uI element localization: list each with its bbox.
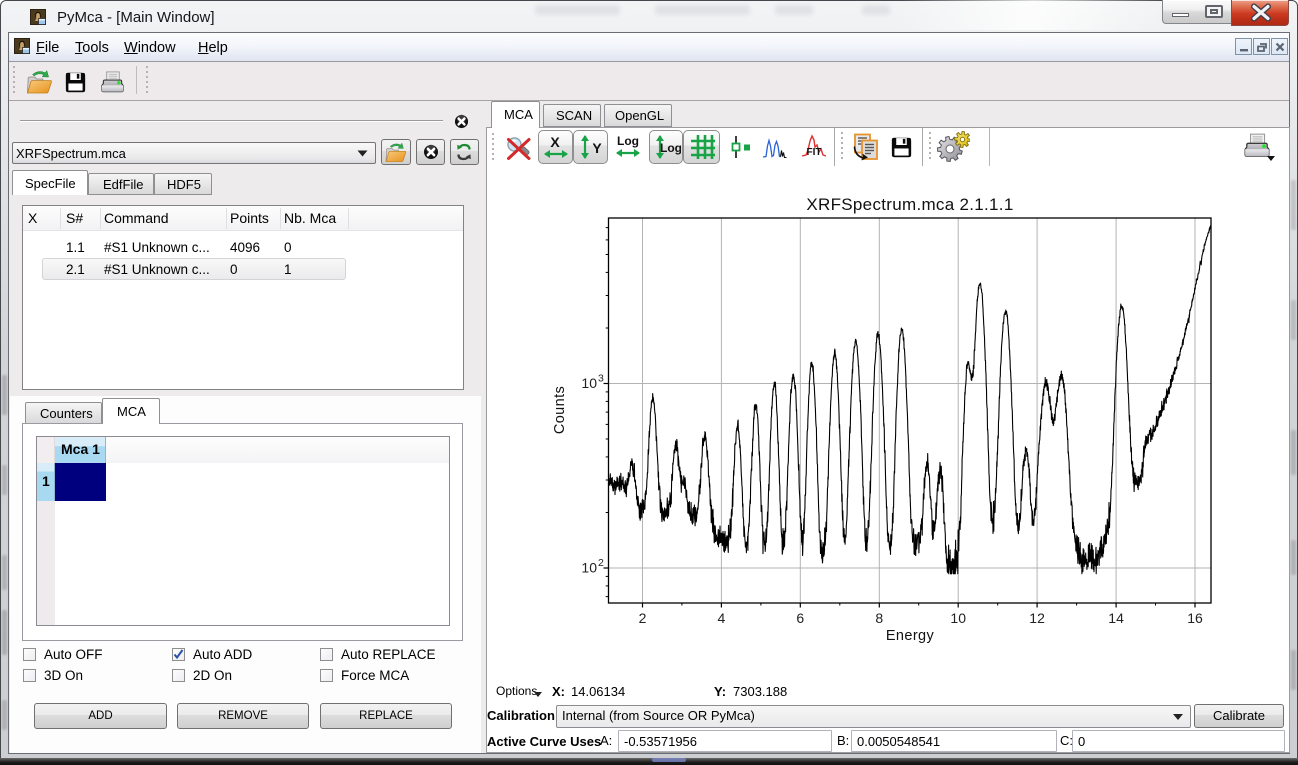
svg-text:Counts: Counts [552, 386, 568, 434]
svg-text:6: 6 [796, 610, 804, 626]
svg-text:Energy: Energy [886, 628, 935, 644]
svg-text:4: 4 [718, 610, 726, 626]
svg-text:12: 12 [1029, 610, 1045, 626]
svg-text:2: 2 [639, 610, 647, 626]
svg-text:10: 10 [581, 560, 597, 576]
svg-text:3: 3 [598, 373, 604, 385]
svg-text:10: 10 [581, 375, 597, 391]
svg-text:XRFSpectrum.mca 2.1.1.1: XRFSpectrum.mca 2.1.1.1 [806, 195, 1013, 214]
svg-text:10: 10 [950, 610, 966, 626]
svg-text:8: 8 [875, 610, 883, 626]
svg-text:2: 2 [598, 557, 604, 569]
svg-text:16: 16 [1187, 610, 1203, 626]
svg-text:14: 14 [1108, 610, 1124, 626]
